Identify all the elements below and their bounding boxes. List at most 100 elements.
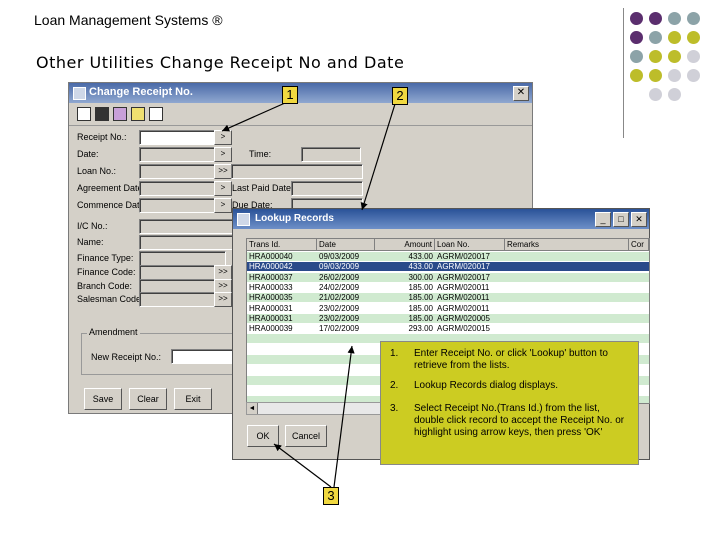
column-header-trans-id[interactable]: Trans Id. (247, 239, 317, 251)
grid-header: Trans Id. Date Amount Loan No. Remarks C… (247, 239, 649, 251)
note-number-3: 3. (390, 403, 399, 414)
ic-no-field (139, 219, 241, 234)
new-receipt-label: New Receipt No.: (91, 352, 162, 362)
table-cell: AGRM/020017 (437, 252, 490, 261)
table-row[interactable]: HRA000037 26/02/2009 300.00 AGRM/020017 (247, 272, 649, 282)
agreement-date-button[interactable]: > (214, 181, 232, 196)
commence-date-button[interactable]: > (214, 198, 232, 213)
decorative-dot (649, 31, 662, 44)
column-header-remarks[interactable]: Remarks (505, 239, 629, 251)
table-row[interactable]: HRA000031 23/02/2009 185.00 AGRM/020005 (247, 313, 649, 323)
finance-type-select[interactable] (139, 251, 226, 266)
table-cell: HRA000037 (249, 272, 293, 282)
decorative-divider (623, 8, 624, 138)
table-cell: 17/02/2009 (319, 324, 360, 334)
scroll-left-icon[interactable]: ◄ (247, 403, 258, 414)
app-icon (73, 87, 86, 100)
close-button[interactable]: ✕ (513, 86, 529, 101)
lookup-app-icon (237, 213, 250, 226)
note-text-3: Select Receipt No.(Trans Id.) from the l… (414, 403, 625, 438)
table-cell: HRA000033 (249, 282, 293, 292)
cancel-button[interactable]: Cancel (285, 425, 327, 447)
loan-no-label: Loan No.: (77, 166, 117, 176)
table-cell: HRA000031 (249, 313, 293, 323)
lookup-receipt-button[interactable]: > (214, 130, 232, 145)
table-row[interactable]: HRA000040 09/03/2009 433.00 AGRM/020017 (247, 252, 649, 261)
decorative-dot (687, 50, 700, 63)
time-field (301, 147, 361, 162)
note-number-1: 1. (390, 348, 399, 359)
loan-no-button[interactable]: >> (214, 164, 232, 179)
date-label: Date: (77, 149, 99, 159)
finance-code-field (139, 265, 216, 280)
table-row[interactable]: HRA000031 23/02/2009 185.00 AGRM/020011 (247, 304, 649, 313)
table-cell: 300.00 (408, 272, 433, 282)
receipt-no-label: Receipt No.: (77, 132, 127, 142)
lookup-title: Lookup Records (255, 213, 334, 224)
table-row[interactable]: HRA000042 09/03/2009 433.00 AGRM/020017 (247, 262, 649, 272)
table-cell: AGRM/020005 (437, 313, 490, 323)
table-cell: HRA000040 (249, 252, 293, 261)
toolbar (69, 103, 532, 126)
maximize-button[interactable]: □ (613, 212, 629, 227)
new-receipt-input[interactable] (171, 349, 233, 364)
column-header-date[interactable]: Date (317, 239, 375, 251)
last-paid-date-label: Last Paid Date: (232, 183, 294, 193)
table-cell: 185.00 (408, 313, 433, 323)
note-number-2: 2. (390, 380, 399, 391)
table-cell: AGRM/020017 (437, 272, 490, 282)
table-cell: HRA000031 (249, 303, 293, 313)
date-field (139, 147, 216, 162)
amendment-legend: Amendment (87, 327, 140, 337)
exit-button[interactable]: Exit (174, 388, 212, 410)
save-icon[interactable] (95, 107, 109, 121)
salesman-code-label: Salesman Code: (77, 294, 144, 304)
save-button[interactable]: Save (84, 388, 122, 410)
exit-icon[interactable] (149, 107, 163, 121)
commence-date-field (139, 198, 216, 213)
date-button[interactable]: > (214, 147, 232, 162)
slide-title: Other Utilities Change Receipt No and Da… (36, 53, 405, 72)
ok-button[interactable]: OK (247, 425, 279, 447)
table-cell: HRA000039 (249, 324, 293, 334)
decorative-dot (668, 50, 681, 63)
column-header-loan-no[interactable]: Loan No. (435, 239, 505, 251)
decorative-dot (687, 12, 700, 25)
finance-code-button[interactable]: >> (214, 265, 232, 280)
table-cell: 433.00 (408, 252, 433, 261)
lookup-close-button[interactable]: ✕ (631, 212, 647, 227)
print-icon[interactable] (131, 107, 145, 121)
decorative-dot (687, 31, 700, 44)
salesman-code-button[interactable]: >> (214, 292, 232, 307)
horizontal-scrollbar[interactable]: ◄ (246, 402, 388, 415)
receipt-no-input[interactable] (139, 130, 216, 145)
new-icon[interactable] (77, 107, 91, 121)
window-title-bar[interactable]: Change Receipt No. ✕ (69, 83, 532, 103)
table-cell: 09/03/2009 (319, 262, 360, 272)
instructions-box: 1. Enter Receipt No. or click 'Lookup' b… (380, 341, 639, 465)
table-cell: AGRM/020011 (437, 282, 490, 292)
table-cell: 23/02/2009 (319, 313, 360, 323)
table-row[interactable]: HRA000039 17/02/2009 293.00 AGRM/020015 (247, 324, 649, 333)
minimize-button[interactable]: _ (595, 212, 611, 227)
decorative-dot (668, 12, 681, 25)
callout-1: 1 (282, 86, 298, 104)
table-row[interactable]: HRA000033 24/02/2009 185.00 AGRM/020011 (247, 283, 649, 292)
table-cell: 23/02/2009 (319, 303, 360, 313)
table-cell: HRA000035 (249, 293, 293, 303)
table-cell: 26/02/2009 (319, 272, 360, 282)
column-header-amount[interactable]: Amount (375, 239, 435, 251)
table-cell: AGRM/020015 (437, 324, 490, 334)
table-row[interactable]: HRA000035 21/02/2009 185.00 AGRM/020011 (247, 293, 649, 303)
table-cell: 185.00 (408, 282, 433, 292)
lookup-title-bar[interactable]: Lookup Records _ □ ✕ (233, 209, 649, 229)
clear-button[interactable]: Clear (129, 388, 167, 410)
time-label: Time: (249, 149, 272, 159)
table-cell: 293.00 (408, 324, 433, 334)
edit-icon[interactable] (113, 107, 127, 121)
table-cell: AGRM/020011 (437, 303, 490, 313)
decorative-dot (687, 69, 700, 82)
column-header-cor[interactable]: Cor (629, 239, 649, 251)
loan-desc-field (231, 164, 363, 179)
agreement-date-label: Agreement Date: (77, 183, 146, 193)
